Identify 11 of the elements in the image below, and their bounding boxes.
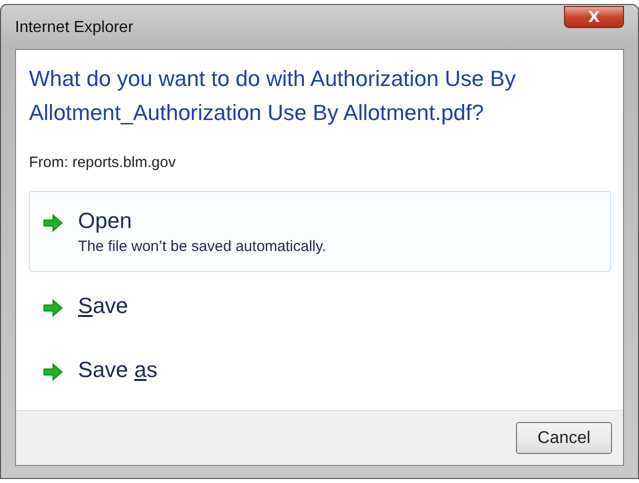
option-item[interactable]: Save: [29, 276, 611, 336]
source-text: From: reports.blm.gov: [29, 154, 177, 171]
close-button[interactable]: X: [564, 6, 624, 28]
arrow-icon: [42, 363, 64, 381]
window-title: Internet Explorer: [15, 19, 134, 37]
cancel-button[interactable]: Cancel: [516, 422, 612, 454]
arrow-icon: [42, 299, 64, 317]
question-text: What do you want to do with Authorization Use By Allotment_Authorization Use By Allotment.pdf?: [29, 65, 517, 127]
option-item[interactable]: Save as: [29, 340, 611, 400]
arrow-icon: [42, 214, 64, 232]
option-item[interactable]: Open The file won’t be saved automatically.: [29, 191, 611, 272]
